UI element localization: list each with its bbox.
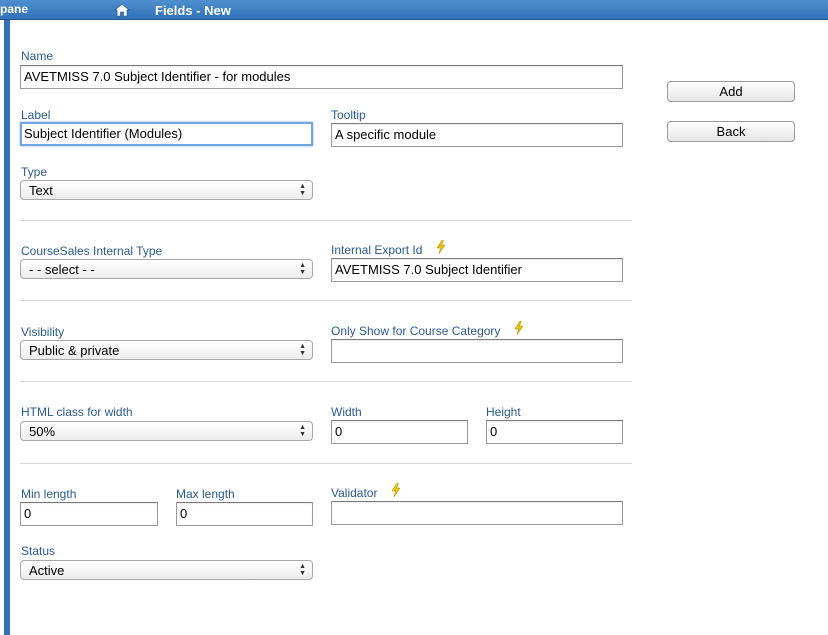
select-arrows-icon: ▲ ▼ bbox=[299, 563, 306, 577]
internal-type-select[interactable]: - - select - - ▲ ▼ bbox=[20, 259, 313, 279]
min-length-label: Min length bbox=[21, 487, 77, 501]
internal-type-select-value: - - select - - bbox=[29, 262, 95, 277]
back-button[interactable]: Back bbox=[667, 121, 795, 142]
page-title: Fields - New bbox=[155, 3, 231, 18]
lightning-bolt-icon[interactable] bbox=[436, 240, 446, 254]
select-arrows-icon: ▲ ▼ bbox=[299, 424, 306, 438]
status-label: Status bbox=[21, 544, 56, 558]
html-class-select-value: 50% bbox=[29, 424, 56, 439]
html-class-label: HTML class for width bbox=[21, 405, 133, 419]
select-arrows-icon: ▲ ▼ bbox=[299, 183, 306, 197]
course-category-field[interactable] bbox=[331, 339, 623, 363]
status-select[interactable]: Active ▲ ▼ bbox=[20, 560, 313, 580]
left-rail bbox=[4, 20, 10, 635]
status-select-value: Active bbox=[29, 563, 65, 578]
export-id-label: Internal Export Id bbox=[331, 243, 423, 257]
width-label: Width bbox=[331, 405, 362, 419]
type-label: Type bbox=[21, 165, 48, 179]
top-bar: pane Fields - New bbox=[0, 0, 828, 20]
tooltip-field[interactable]: A specific module bbox=[331, 123, 623, 147]
type-select[interactable]: Text ▲ ▼ bbox=[20, 180, 313, 200]
lightning-bolt-icon[interactable] bbox=[391, 483, 401, 497]
visibility-label: Visibility bbox=[21, 325, 65, 339]
add-button[interactable]: Add bbox=[667, 81, 795, 102]
max-length-field[interactable]: 0 bbox=[176, 502, 313, 526]
label-label: Label bbox=[21, 108, 51, 122]
visibility-select-value: Public & private bbox=[29, 343, 120, 358]
select-arrows-icon: ▲ ▼ bbox=[299, 262, 306, 276]
tooltip-label: Tooltip bbox=[331, 108, 366, 122]
label-field[interactable]: Subject Identifier (Modules) bbox=[20, 122, 313, 146]
min-length-field[interactable]: 0 bbox=[20, 502, 158, 526]
select-arrows-icon: ▲ ▼ bbox=[299, 343, 306, 357]
max-length-label: Max length bbox=[176, 487, 235, 501]
type-select-value: Text bbox=[29, 183, 53, 198]
visibility-select[interactable]: Public & private ▲ ▼ bbox=[20, 340, 313, 360]
internal-type-label: CourseSales Internal Type bbox=[21, 244, 163, 258]
validator-field[interactable] bbox=[331, 501, 623, 525]
html-class-select[interactable]: 50% ▲ ▼ bbox=[20, 421, 313, 441]
divider bbox=[20, 220, 632, 221]
home-icon[interactable] bbox=[114, 2, 130, 18]
divider bbox=[20, 300, 632, 301]
height-field[interactable]: 0 bbox=[486, 420, 623, 444]
course-category-label: Only Show for Course Category bbox=[331, 324, 501, 338]
name-field[interactable]: AVETMISS 7.0 Subject Identifier - for mo… bbox=[20, 65, 623, 89]
divider bbox=[20, 381, 632, 382]
export-id-field[interactable]: AVETMISS 7.0 Subject Identifier bbox=[331, 258, 623, 282]
pane-label: pane bbox=[0, 2, 29, 16]
height-label: Height bbox=[486, 405, 521, 419]
width-field[interactable]: 0 bbox=[331, 420, 468, 444]
divider bbox=[20, 463, 632, 464]
validator-label: Validator bbox=[331, 486, 378, 500]
lightning-bolt-icon[interactable] bbox=[514, 321, 524, 335]
name-label: Name bbox=[21, 49, 54, 63]
